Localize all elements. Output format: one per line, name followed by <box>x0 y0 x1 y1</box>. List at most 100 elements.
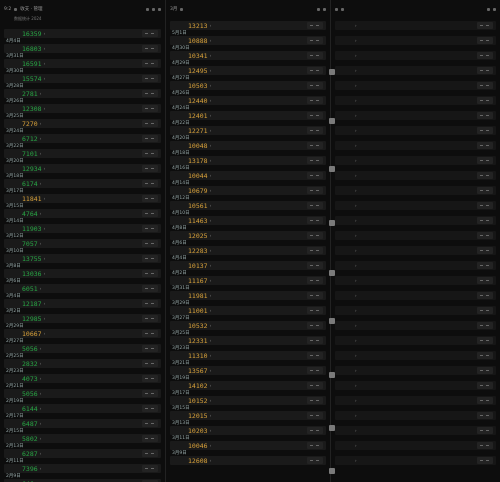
entry-card[interactable]: 7396 › <box>4 464 161 473</box>
entry-card[interactable]: › <box>335 231 496 240</box>
list-item[interactable]: 2月9日646› <box>4 474 161 482</box>
action-button[interactable] <box>477 397 493 404</box>
action-button[interactable] <box>142 240 158 247</box>
list-item[interactable]: 3月25日 12331 › <box>170 331 326 346</box>
entry-card[interactable]: 12331 › <box>170 336 326 345</box>
list-item[interactable]: 3月27日 10532 › <box>170 316 326 331</box>
list-item[interactable]: 3月28日 2781 › <box>4 84 161 99</box>
list-item[interactable]: › <box>335 421 496 436</box>
scroll-handle[interactable] <box>329 118 335 124</box>
entry-card[interactable]: 13567 › <box>170 366 326 375</box>
entry-card[interactable]: › <box>335 96 496 105</box>
list-item[interactable]: 3月26日 12308 › <box>4 99 161 114</box>
list-item[interactable]: 3月25日 7270 › <box>4 114 161 129</box>
entry-card[interactable]: 13755 › <box>4 254 161 263</box>
action-button[interactable] <box>477 262 493 269</box>
entry-card[interactable]: › <box>335 201 496 210</box>
entry-card[interactable]: › <box>335 171 496 180</box>
entry-card[interactable]: 11310 › <box>170 351 326 360</box>
entry-card[interactable]: › <box>335 456 496 465</box>
entry-card[interactable]: › <box>335 291 496 300</box>
list-item[interactable]: 3月30日 15574 › <box>4 69 161 84</box>
entry-card[interactable]: 10152 › <box>170 396 326 405</box>
action-button[interactable] <box>307 22 323 29</box>
action-button[interactable] <box>307 82 323 89</box>
entry-card[interactable]: 12308 › <box>4 104 161 113</box>
action-button[interactable] <box>142 360 158 367</box>
list-item[interactable]: 3月21日 13567 › <box>170 361 326 376</box>
entry-card[interactable]: 12015 › <box>170 411 326 420</box>
entry-card[interactable]: 12271 › <box>170 126 326 135</box>
entry-card[interactable]: 7057 › <box>4 239 161 248</box>
list-item[interactable]: 3月19日 14102 › <box>170 376 326 391</box>
list-item[interactable]: 3月4日 12187 › <box>4 294 161 309</box>
list-item[interactable]: 2月29日 10667 › <box>4 324 161 339</box>
entry-card[interactable]: › <box>335 156 496 165</box>
action-button[interactable] <box>477 427 493 434</box>
action-button[interactable] <box>307 37 323 44</box>
list-item[interactable]: 3月2日 12985 › <box>4 309 161 324</box>
list-item[interactable]: 16359 › <box>4 24 161 39</box>
entry-card[interactable]: 12608 › <box>170 456 326 465</box>
entry-card[interactable]: 6051 › <box>4 284 161 293</box>
entry-card[interactable]: 10561 › <box>170 201 326 210</box>
list-item[interactable]: › <box>335 31 496 46</box>
list-item[interactable]: 2月13日 6287 › <box>4 444 161 459</box>
list-item[interactable]: 2月17日 6487 › <box>4 414 161 429</box>
action-button[interactable] <box>307 247 323 254</box>
action-button[interactable] <box>142 60 158 67</box>
list-item[interactable]: › <box>335 451 496 466</box>
entry-card[interactable]: › <box>335 261 496 270</box>
list-item[interactable]: › <box>335 316 496 331</box>
list-item[interactable]: 3月15日 12015 › <box>170 406 326 421</box>
entry-card[interactable]: › <box>335 246 496 255</box>
entry-card[interactable]: › <box>335 441 496 450</box>
entry-card[interactable]: › <box>335 366 496 375</box>
list-item[interactable]: › <box>335 226 496 241</box>
entry-card[interactable]: 7101 › <box>4 149 161 158</box>
entry-card[interactable]: 6712 › <box>4 134 161 143</box>
list-item[interactable]: 3月13日 10203 › <box>170 421 326 436</box>
entry-card[interactable]: 15574 › <box>4 74 161 83</box>
entry-card[interactable]: › <box>335 411 496 420</box>
entry-card[interactable]: 10048 › <box>170 141 326 150</box>
list-item[interactable]: 3月31日 11981 › <box>170 286 326 301</box>
action-button[interactable] <box>307 292 323 299</box>
action-button[interactable] <box>307 412 323 419</box>
action-button[interactable] <box>477 217 493 224</box>
list-item[interactable]: 4月30日 10341 › <box>170 46 326 61</box>
action-button[interactable] <box>477 172 493 179</box>
action-button[interactable] <box>477 292 493 299</box>
action-button[interactable] <box>477 307 493 314</box>
action-button[interactable] <box>142 75 158 82</box>
action-button[interactable] <box>142 435 158 442</box>
entry-card[interactable]: 12283 › <box>170 246 326 255</box>
list-item[interactable]: 2月23日 4073 › <box>4 369 161 384</box>
action-button[interactable] <box>307 157 323 164</box>
entry-card[interactable]: › <box>335 216 496 225</box>
entry-card[interactable]: 10341 › <box>170 51 326 60</box>
entry-card[interactable]: › <box>335 66 496 75</box>
entry-card[interactable]: › <box>335 276 496 285</box>
entry-card[interactable]: 10044 › <box>170 171 326 180</box>
entry-card[interactable]: 5056 › <box>4 389 161 398</box>
list-item[interactable]: 3月24日 6712 › <box>4 129 161 144</box>
entry-card[interactable]: 6487 › <box>4 419 161 428</box>
action-button[interactable] <box>477 202 493 209</box>
list-item[interactable]: 2月21日 5056 › <box>4 384 161 399</box>
list-item[interactable]: 4月29日 12495 › <box>170 61 326 76</box>
scroll-handle[interactable] <box>329 425 335 431</box>
entry-card[interactable]: › <box>335 336 496 345</box>
list-item[interactable]: › <box>335 121 496 136</box>
list-item[interactable]: 3月15日 4764 › <box>4 204 161 219</box>
entry-card[interactable]: 16591 › <box>4 59 161 68</box>
list-item[interactable]: › <box>335 211 496 226</box>
entry-card[interactable]: 10203 › <box>170 426 326 435</box>
action-button[interactable] <box>477 112 493 119</box>
action-button[interactable] <box>477 382 493 389</box>
list-item[interactable]: 4月4日 16803 › <box>4 39 161 54</box>
action-button[interactable] <box>142 120 158 127</box>
action-button[interactable] <box>142 195 158 202</box>
action-button[interactable] <box>477 127 493 134</box>
action-button[interactable] <box>307 277 323 284</box>
